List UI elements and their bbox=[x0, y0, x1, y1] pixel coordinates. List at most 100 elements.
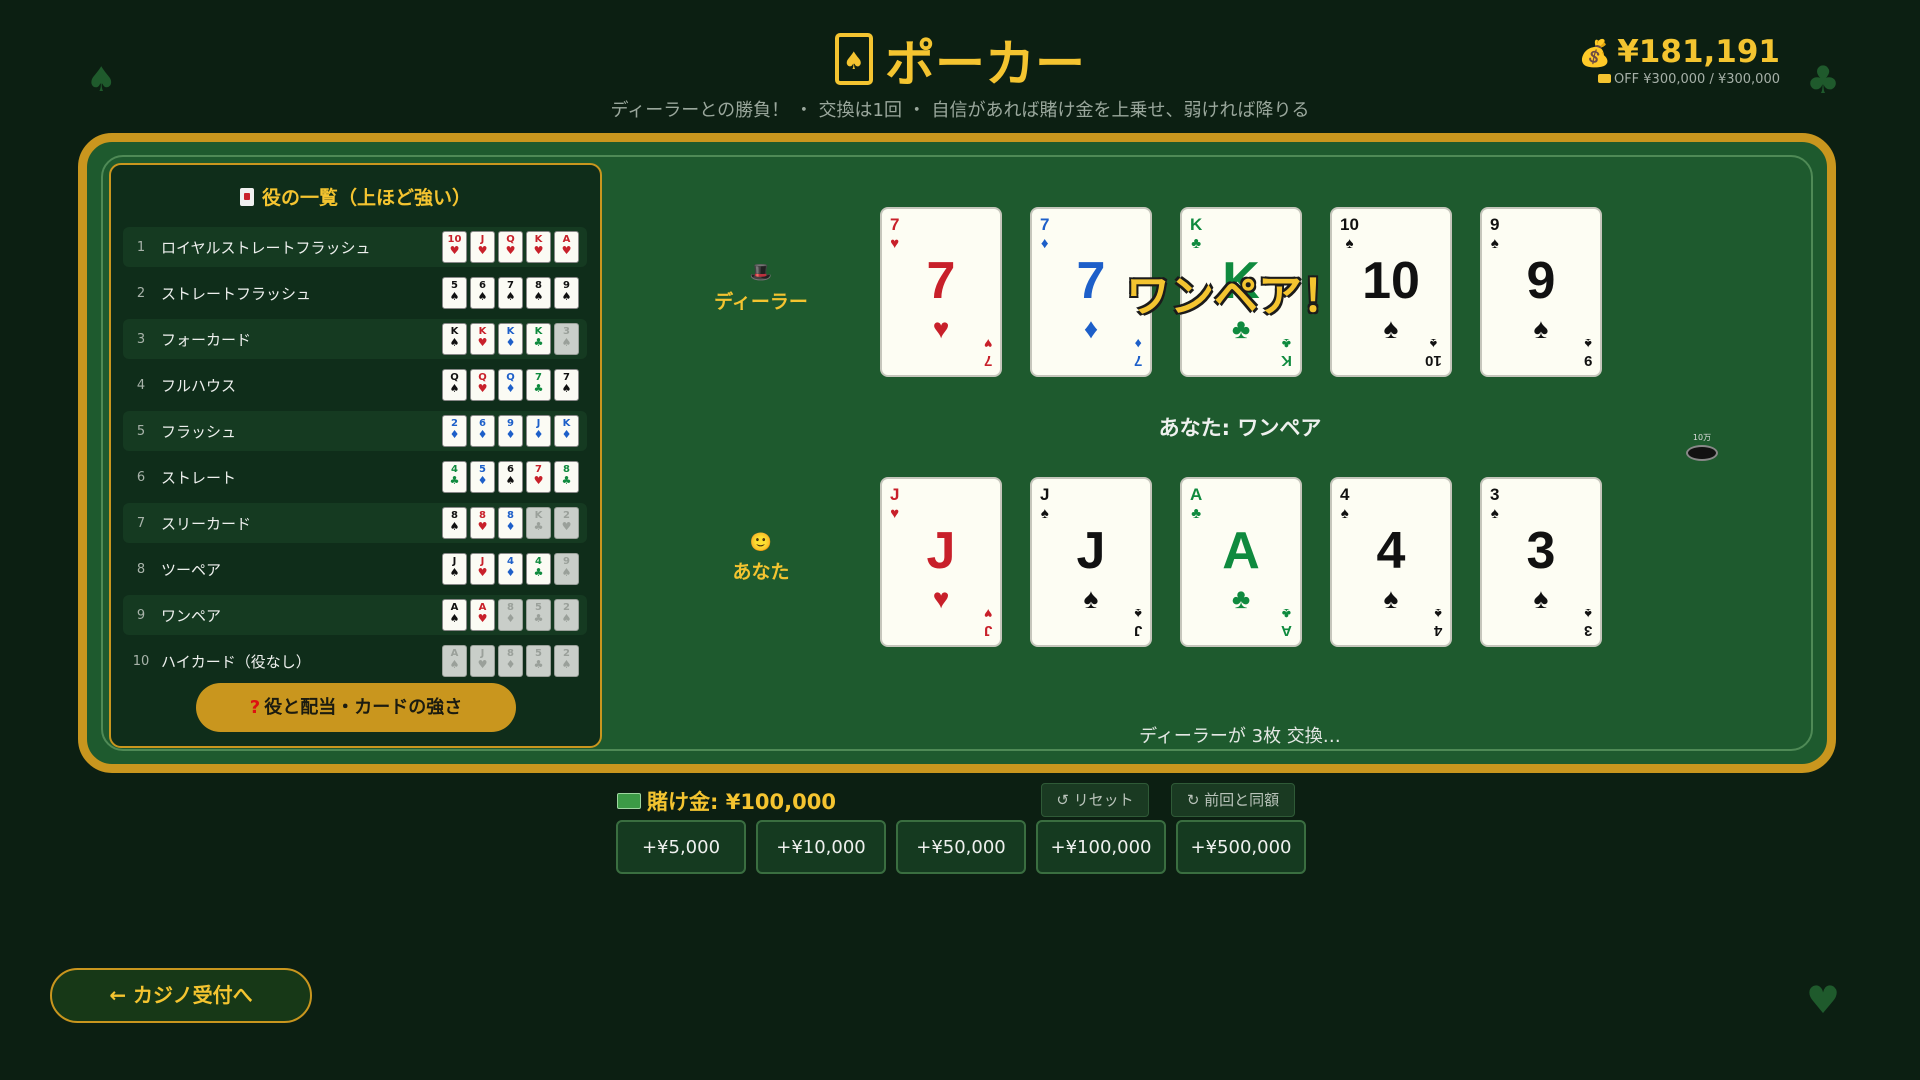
add-bet-button[interactable]: +¥500,000 bbox=[1176, 820, 1306, 874]
player-card[interactable]: 4 ♠ 4 ♠ 4 ♠ bbox=[1330, 477, 1452, 647]
hand-help-button[interactable]: ? 役と配当・カードの強さ bbox=[196, 683, 516, 732]
add-bet-button[interactable]: +¥10,000 bbox=[756, 820, 886, 874]
rank-name: ワンペア bbox=[161, 606, 222, 625]
mini-card: K ♦ bbox=[554, 415, 579, 447]
mini-card: K ♣ bbox=[526, 507, 551, 539]
hand-ranking-row: 5 フラッシュ 2 ♦ 6 ♦ 9 ♦ J ♦ K ♦ bbox=[123, 411, 587, 451]
mini-card: A ♥ bbox=[554, 231, 579, 263]
rank-name: ロイヤルストレートフラッシュ bbox=[161, 238, 371, 257]
example-cards: 5 ♠ 6 ♠ 7 ♠ 8 ♠ 9 ♠ bbox=[442, 277, 579, 309]
mini-card: 8 ♦ bbox=[498, 645, 523, 677]
same-as-last-button[interactable]: ↻ 前回と同額 bbox=[1171, 783, 1295, 817]
mini-card: J ♠ bbox=[442, 553, 467, 585]
example-cards: 8 ♠ 8 ♥ 8 ♦ K ♣ 2 ♥ bbox=[442, 507, 579, 539]
hand-ranking-row: 6 ストレート 4 ♣ 5 ♦ 6 ♠ 7 ♥ 8 ♣ bbox=[123, 457, 587, 497]
mini-card: A ♠ bbox=[442, 645, 467, 677]
mini-card: A ♠ bbox=[442, 599, 467, 631]
example-cards: 2 ♦ 6 ♦ 9 ♦ J ♦ K ♦ bbox=[442, 415, 579, 447]
joker-card-icon bbox=[239, 188, 254, 206]
mini-card: 5 ♣ bbox=[526, 645, 551, 677]
mini-card: K ♣ bbox=[526, 323, 551, 355]
example-cards: 4 ♣ 5 ♦ 6 ♠ 7 ♥ 8 ♣ bbox=[442, 461, 579, 493]
mini-card: Q ♥ bbox=[498, 231, 523, 263]
mini-card: 8 ♦ bbox=[498, 599, 523, 631]
smiley-icon: 🙂 bbox=[749, 532, 773, 553]
credit-card-icon bbox=[1597, 74, 1611, 83]
mini-card: 6 ♦ bbox=[470, 415, 495, 447]
mini-card: 9 ♦ bbox=[498, 415, 523, 447]
rank-name: ハイカード（役なし） bbox=[161, 652, 311, 671]
bet-amount: 賭け金: ¥100,000 bbox=[617, 786, 836, 816]
example-cards: 10 ♥ J ♥ Q ♥ K ♥ A ♥ bbox=[442, 231, 579, 263]
hand-ranking-row: 10 ハイカード（役なし） A ♠ J ♥ 8 ♦ 5 ♣ 2 ♠ bbox=[123, 641, 587, 681]
mini-card: 9 ♠ bbox=[554, 277, 579, 309]
balance-display: 💰 ¥181,191 OFF ¥300,000 / ¥300,000 bbox=[1579, 34, 1780, 87]
player-hand-result: あなた: ワンペア bbox=[1158, 416, 1322, 440]
heart-decoration-icon: ♥ bbox=[1806, 978, 1841, 1022]
mini-card: 2 ♠ bbox=[554, 599, 579, 631]
mini-card: J ♥ bbox=[470, 231, 495, 263]
mini-card: 2 ♦ bbox=[442, 415, 467, 447]
mini-card: 9 ♠ bbox=[554, 553, 579, 585]
hand-ranking-row: 9 ワンペア A ♠ A ♥ 8 ♦ 5 ♣ 2 ♠ bbox=[123, 595, 587, 635]
player-label: 🙂 あなた bbox=[691, 532, 831, 584]
dealer-card: 10 ♠ 10 ♠ 10 ♠ bbox=[1330, 207, 1452, 377]
dealer-card: 7 ♥ 7 ♥ 7 ♥ bbox=[880, 207, 1002, 377]
rank-name: ストレート bbox=[161, 468, 237, 487]
mini-card: K ♠ bbox=[442, 323, 467, 355]
rank-number: 1 bbox=[136, 239, 146, 255]
player-card[interactable]: A ♣ A ♣ A ♣ bbox=[1180, 477, 1302, 647]
example-cards: A ♠ J ♥ 8 ♦ 5 ♣ 2 ♠ bbox=[442, 645, 579, 677]
rank-number: 8 bbox=[136, 561, 146, 577]
mini-card: 7 ♠ bbox=[498, 277, 523, 309]
add-bet-button[interactable]: +¥100,000 bbox=[1036, 820, 1166, 874]
mini-card: 4 ♣ bbox=[526, 553, 551, 585]
mini-card: 3 ♠ bbox=[554, 323, 579, 355]
mini-card: 4 ♣ bbox=[442, 461, 467, 493]
mini-card: 10 ♥ bbox=[442, 231, 467, 263]
rank-name: ツーペア bbox=[161, 560, 222, 579]
rank-number: 6 bbox=[136, 469, 146, 485]
add-bet-button[interactable]: +¥5,000 bbox=[616, 820, 746, 874]
hand-ranking-row: 4 フルハウス Q ♠ Q ♥ Q ♦ 7 ♣ 7 ♠ bbox=[123, 365, 587, 405]
rank-name: フルハウス bbox=[161, 376, 237, 395]
bet-chip: 10万 bbox=[1686, 432, 1718, 461]
mini-card: 6 ♠ bbox=[498, 461, 523, 493]
player-card[interactable]: 3 ♠ 3 ♠ 3 ♠ bbox=[1480, 477, 1602, 647]
money-bag-icon: 💰 bbox=[1578, 39, 1612, 69]
mini-card: 5 ♦ bbox=[470, 461, 495, 493]
mini-card: Q ♦ bbox=[498, 369, 523, 401]
mini-card: 7 ♥ bbox=[526, 461, 551, 493]
hand-rankings-panel: 役の一覧（上ほど強い） 1 ロイヤルストレートフラッシュ 10 ♥ J ♥ Q ♥ K ♥ A ♥ 2 ス… bbox=[109, 163, 602, 748]
rank-number: 9 bbox=[136, 607, 146, 623]
example-cards: A ♠ A ♥ 8 ♦ 5 ♣ 2 ♠ bbox=[442, 599, 579, 631]
mini-card: 5 ♠ bbox=[442, 277, 467, 309]
page-subtitle: ディーラーとの勝負！ ・ 交換は1回 ・ 自信があれば賭け金を上乗せ、弱ければ降… bbox=[610, 100, 1310, 121]
rank-name: ストレートフラッシュ bbox=[161, 284, 312, 303]
mini-card: 8 ♠ bbox=[442, 507, 467, 539]
mini-card: 8 ♦ bbox=[498, 507, 523, 539]
rank-name: スリーカード bbox=[161, 514, 252, 533]
rank-number: 4 bbox=[136, 377, 146, 393]
example-cards: J ♠ J ♥ 4 ♦ 4 ♣ 9 ♠ bbox=[442, 553, 579, 585]
rank-number: 2 bbox=[136, 285, 146, 301]
hand-rankings-title: 役の一覧（上ほど強い） bbox=[111, 183, 600, 210]
rank-number: 10 bbox=[132, 653, 150, 669]
mini-card: 8 ♠ bbox=[526, 277, 551, 309]
question-icon: ? bbox=[249, 697, 261, 718]
player-card[interactable]: J ♥ J ♥ J ♥ bbox=[880, 477, 1002, 647]
back-to-casino-button[interactable]: ← カジノ受付へ bbox=[50, 968, 312, 1023]
player-card[interactable]: J ♠ J ♠ J ♠ bbox=[1030, 477, 1152, 647]
add-bet-button[interactable]: +¥50,000 bbox=[896, 820, 1026, 874]
game-status: ディーラーが 3枚 交換… bbox=[1139, 726, 1341, 747]
hand-ranking-row: 1 ロイヤルストレートフラッシュ 10 ♥ J ♥ Q ♥ K ♥ A ♥ bbox=[123, 227, 587, 267]
rank-number: 3 bbox=[136, 331, 146, 347]
rank-name: フォーカード bbox=[161, 330, 252, 349]
rank-number: 7 bbox=[136, 515, 146, 531]
rank-name: フラッシュ bbox=[161, 422, 237, 441]
mini-card: A ♥ bbox=[470, 599, 495, 631]
mini-card: 8 ♥ bbox=[470, 507, 495, 539]
dealer-hand-result: ワンペア！ bbox=[1126, 271, 1346, 322]
hand-ranking-row: 7 スリーカード 8 ♠ 8 ♥ 8 ♦ K ♣ 2 ♥ bbox=[123, 503, 587, 543]
reset-bet-button[interactable]: ↺ リセット bbox=[1041, 783, 1149, 817]
